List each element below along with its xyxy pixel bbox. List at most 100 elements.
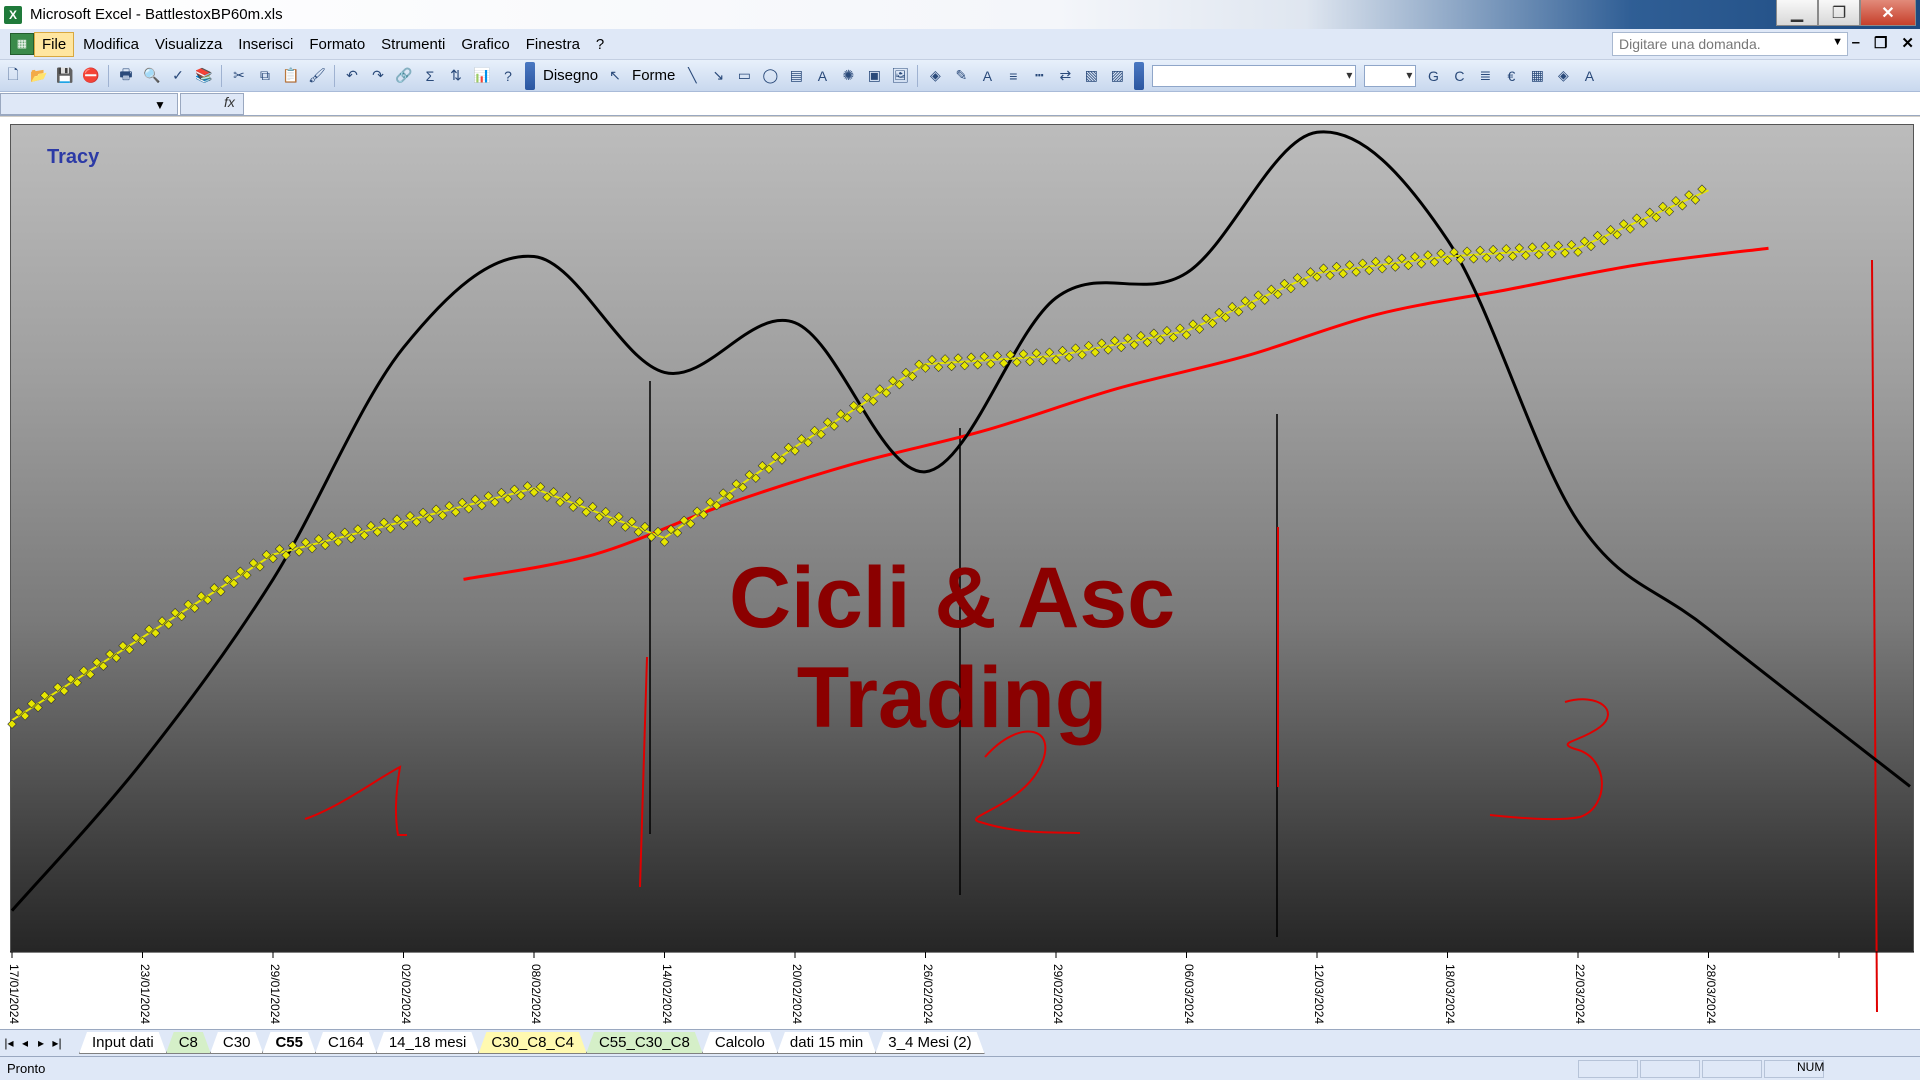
x-axis bbox=[10, 951, 1914, 958]
prev-sheet-icon[interactable]: ◂ bbox=[18, 1036, 32, 1050]
font-color-icon[interactable]: A bbox=[1578, 65, 1600, 87]
sheet-tab-c55[interactable]: C55 bbox=[262, 1032, 316, 1054]
sheet-tab-c8[interactable]: C8 bbox=[166, 1032, 211, 1054]
format-painter-icon[interactable]: 🖌 bbox=[306, 65, 328, 87]
wordart-icon[interactable]: A bbox=[811, 65, 833, 87]
research-icon[interactable]: 📚 bbox=[193, 65, 215, 87]
open-folder-icon[interactable]: 📂 bbox=[28, 65, 50, 87]
hyperlink-icon[interactable]: 🔗 bbox=[393, 65, 415, 87]
sheet-tab-c30-c8-c4[interactable]: C30_C8_C4 bbox=[478, 1032, 587, 1054]
fill-color-icon[interactable]: ◈ bbox=[1552, 65, 1574, 87]
font-color-icon[interactable]: A bbox=[976, 65, 998, 87]
minimize-button[interactable]: ▁ bbox=[1776, 0, 1818, 26]
shadow-icon[interactable]: ▧ bbox=[1080, 65, 1102, 87]
next-sheet-icon[interactable]: ▸ bbox=[34, 1036, 48, 1050]
menu-bar: ▦ File Modifica Visualizza Inserisci For… bbox=[0, 29, 1920, 60]
align-center-icon[interactable]: ≣ bbox=[1474, 65, 1496, 87]
sort-icon[interactable]: ⇅ bbox=[445, 65, 467, 87]
font-name-combo[interactable] bbox=[1152, 64, 1357, 87]
menu-strumenti[interactable]: Strumenti bbox=[374, 33, 452, 56]
sheet-tab-c55-c30-c8[interactable]: C55_C30_C8 bbox=[586, 1032, 703, 1054]
sheet-tab-calcolo[interactable]: Calcolo bbox=[702, 1032, 778, 1054]
arrow-style-icon[interactable]: ⇄ bbox=[1054, 65, 1076, 87]
ask-question-placeholder: Digitare una domanda. bbox=[1619, 36, 1761, 52]
undo-icon[interactable]: ↶ bbox=[341, 65, 363, 87]
borders-icon[interactable]: ▦ bbox=[1526, 65, 1548, 87]
ask-question-input[interactable]: Digitare una domanda. ▼ bbox=[1612, 32, 1848, 56]
doc-restore-icon[interactable]: ❐ bbox=[1874, 34, 1887, 52]
standard-toolbar: 🗋 📂 💾 ⛔ 🖶 🔍 ✓ 📚 ✂ ⧉ 📋 🖌 ↶ ↷ 🔗 Σ ⇅ 📊 ? Di… bbox=[0, 60, 1920, 92]
chevron-down-icon[interactable]: ▼ bbox=[1832, 36, 1843, 48]
chevron-down-icon[interactable]: ▼ bbox=[154, 98, 166, 112]
menu-visualizza[interactable]: Visualizza bbox=[148, 33, 229, 56]
sheet-tab-c30[interactable]: C30 bbox=[210, 1032, 264, 1054]
draw-menu-button[interactable]: Disegno bbox=[543, 67, 598, 84]
excel-window: X Microsoft Excel - BattlestoxBP60m.xls … bbox=[0, 0, 1920, 1080]
menu-finestra[interactable]: Finestra bbox=[519, 33, 587, 56]
toolbar-separator bbox=[917, 64, 919, 87]
shapes-menu-button[interactable]: Forme bbox=[632, 67, 675, 84]
bold-icon[interactable]: G bbox=[1422, 65, 1444, 87]
maximize-button[interactable]: ❐ bbox=[1818, 0, 1860, 26]
select-pointer-icon[interactable]: ↖ bbox=[604, 65, 626, 87]
doc-minimize-icon[interactable]: – bbox=[1852, 34, 1860, 52]
rectangle-icon[interactable]: ▭ bbox=[733, 65, 755, 87]
help-icon[interactable]: ? bbox=[497, 65, 519, 87]
menu-inserisci[interactable]: Inserisci bbox=[231, 33, 300, 56]
euro-icon[interactable]: € bbox=[1500, 65, 1522, 87]
dash-style-icon[interactable]: ┅ bbox=[1028, 65, 1050, 87]
line-color-icon[interactable]: ✎ bbox=[950, 65, 972, 87]
toolbar-options-icon[interactable] bbox=[525, 61, 535, 90]
new-file-icon[interactable]: 🗋 bbox=[2, 65, 24, 87]
name-box[interactable]: ▼ bbox=[0, 93, 178, 115]
menu-modifica[interactable]: Modifica bbox=[76, 33, 146, 56]
picture-icon[interactable]: 🖼 bbox=[889, 65, 911, 87]
print-icon[interactable]: 🖶 bbox=[115, 65, 137, 87]
cycle-number-3-stroke bbox=[1489, 698, 1609, 821]
redo-icon[interactable]: ↷ bbox=[367, 65, 389, 87]
close-button[interactable]: ✕ bbox=[1860, 0, 1916, 26]
chart-wizard-icon[interactable]: 📊 bbox=[471, 65, 493, 87]
window-title: Microsoft Excel - BattlestoxBP60m.xls bbox=[30, 6, 283, 23]
paste-icon[interactable]: 📋 bbox=[280, 65, 302, 87]
line-icon[interactable]: ╲ bbox=[681, 65, 703, 87]
doc-close-icon[interactable]: ✕ bbox=[1901, 34, 1914, 52]
autosum-icon[interactable]: Σ bbox=[419, 65, 441, 87]
toolbar-options-icon[interactable] bbox=[1134, 61, 1145, 90]
insert-function-icon[interactable]: fx bbox=[224, 94, 235, 110]
sheet-tab-c164[interactable]: C164 bbox=[315, 1032, 377, 1054]
first-sheet-icon[interactable]: |◂ bbox=[2, 1036, 16, 1050]
sheet-tab-input-dati[interactable]: Input dati bbox=[79, 1032, 167, 1054]
menu-grafico[interactable]: Grafico bbox=[454, 33, 516, 56]
sheet-tab-3-4-mesi-2-[interactable]: 3_4 Mesi (2) bbox=[875, 1032, 984, 1054]
clipart-icon[interactable]: ▣ bbox=[863, 65, 885, 87]
copy-icon[interactable]: ⧉ bbox=[254, 65, 276, 87]
permission-icon[interactable]: ⛔ bbox=[80, 65, 102, 87]
price-marker bbox=[7, 719, 17, 729]
print-preview-icon[interactable]: 🔍 bbox=[141, 65, 163, 87]
3d-icon[interactable]: ▨ bbox=[1106, 65, 1128, 87]
line-style-icon[interactable]: ≡ bbox=[1002, 65, 1024, 87]
cut-icon[interactable]: ✂ bbox=[228, 65, 250, 87]
last-sheet-icon[interactable]: ▸| bbox=[50, 1036, 64, 1050]
excel-icon[interactable]: X bbox=[4, 5, 22, 24]
menu-formato[interactable]: Formato bbox=[302, 33, 372, 56]
font-size-combo[interactable] bbox=[1364, 64, 1417, 87]
oval-icon[interactable]: ◯ bbox=[759, 65, 781, 87]
diagram-icon[interactable]: ✺ bbox=[837, 65, 859, 87]
italic-icon[interactable]: C bbox=[1448, 65, 1470, 87]
x-tick-label: 14/02/2024 bbox=[659, 964, 674, 1025]
sheet-tab-dati-15-min[interactable]: dati 15 min bbox=[777, 1032, 876, 1054]
menu-file[interactable]: File bbox=[34, 31, 75, 57]
status-panel bbox=[1702, 1060, 1762, 1078]
spelling-icon[interactable]: ✓ bbox=[167, 65, 189, 87]
fill-color-icon[interactable]: ◈ bbox=[924, 65, 946, 87]
arrow-icon[interactable]: ↘ bbox=[707, 65, 729, 87]
x-tick-label: 20/02/2024 bbox=[790, 964, 804, 1025]
status-ready: Pronto bbox=[7, 1061, 46, 1076]
save-icon[interactable]: 💾 bbox=[54, 65, 76, 87]
textbox-icon[interactable]: ▤ bbox=[785, 65, 807, 87]
workbook-icon[interactable]: ▦ bbox=[10, 33, 34, 55]
sheet-tab-14-18-mesi[interactable]: 14_18 mesi bbox=[376, 1032, 480, 1054]
menu-help[interactable]: ? bbox=[589, 33, 611, 56]
